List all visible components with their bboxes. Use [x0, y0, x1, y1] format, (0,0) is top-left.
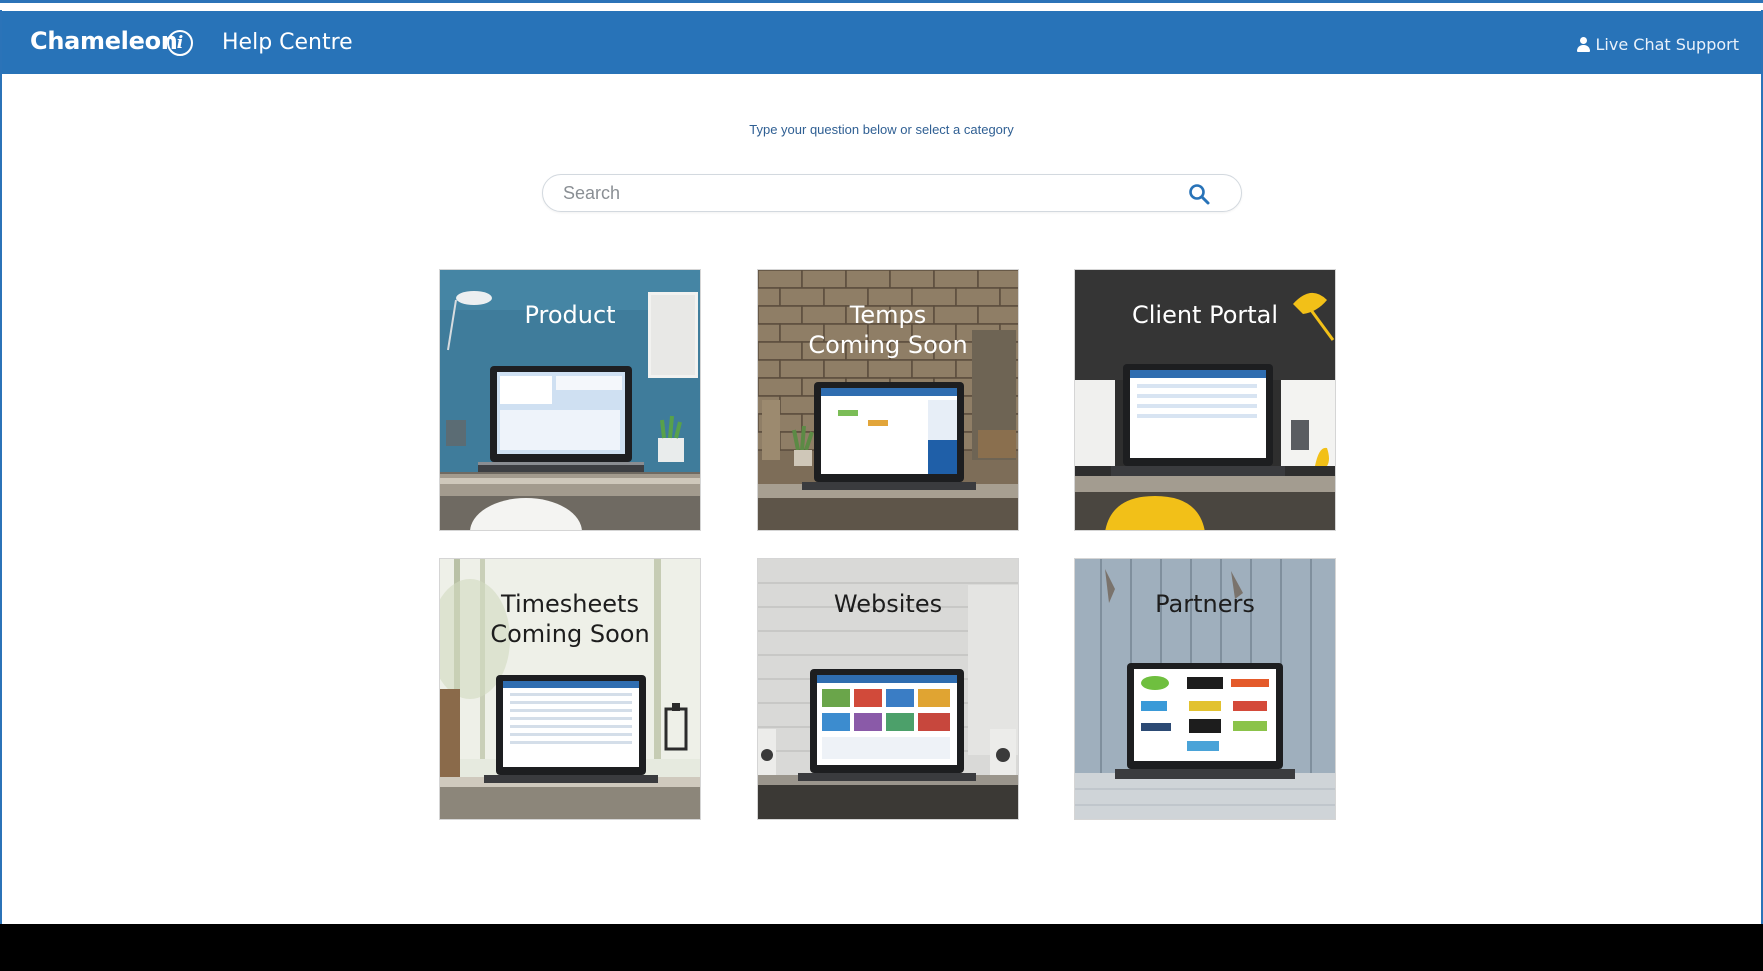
category-title: Temps Coming Soon: [808, 301, 968, 359]
search-icon[interactable]: [1187, 182, 1211, 206]
category-tile-product[interactable]: Product: [439, 269, 701, 531]
category-title: Websites: [833, 590, 943, 618]
category-tile-temps[interactable]: Temps Coming Soon: [757, 269, 1019, 531]
live-chat-support-link[interactable]: Live Chat Support: [1576, 35, 1739, 54]
category-tile-timesheets[interactable]: Timesheets Coming Soon: [439, 558, 701, 820]
category-title: Client Portal: [1131, 301, 1279, 329]
category-title: Timesheets Coming Soon: [490, 590, 650, 648]
search-input[interactable]: [563, 181, 1163, 205]
info-circle-icon: i: [167, 30, 193, 56]
help-centre-title[interactable]: Help Centre: [222, 30, 353, 55]
search-bar: [542, 174, 1242, 212]
top-border: [0, 0, 1763, 10]
top-navbar: Chameleon i Help Centre Live Chat Suppor…: [2, 11, 1761, 74]
category-tile-partners[interactable]: Partners: [1074, 558, 1336, 820]
category-tile-client-portal[interactable]: Client Portal: [1074, 269, 1336, 531]
brand-name[interactable]: Chameleon: [30, 27, 178, 55]
live-chat-label: Live Chat Support: [1595, 35, 1739, 54]
category-tile-websites[interactable]: Websites: [757, 558, 1019, 820]
search-prompt: Type your question below or select a cat…: [749, 122, 1014, 137]
category-title: Partners: [1155, 590, 1255, 618]
page-footer: [0, 924, 1763, 971]
user-icon: [1576, 37, 1590, 52]
category-title: Product: [524, 301, 616, 329]
